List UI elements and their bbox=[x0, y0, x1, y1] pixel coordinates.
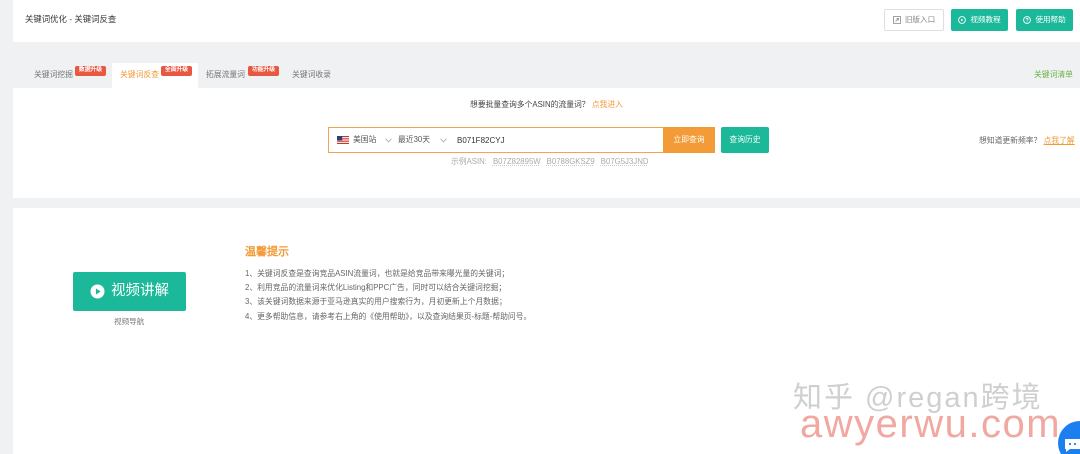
page-root: 关键词优化 - 关键词反查 旧版入口 视频教程 使用帮助 关键词挖掘 数据升级 … bbox=[0, 0, 1080, 454]
tab-keyword-mining-badge: 数据升级 bbox=[75, 66, 106, 76]
video-tutorial-label: 视频教程 bbox=[970, 15, 1001, 25]
play-circle-icon bbox=[90, 284, 105, 299]
example-asin-link[interactable]: B07Z82895W bbox=[493, 157, 541, 166]
chevron-down-icon[interactable] bbox=[440, 138, 447, 143]
old-version-label: 旧版入口 bbox=[904, 15, 936, 25]
video-nav-link[interactable]: 视频导航 bbox=[114, 318, 144, 326]
batch-query-prompt: 想要批量查询多个ASIN的流量词？ 点我进入 bbox=[13, 101, 1080, 109]
search-bar: 美国站 最近30天 bbox=[328, 127, 663, 153]
batch-query-link[interactable]: 点我进入 bbox=[592, 100, 623, 109]
update-frequency-text: 想知道更新频率？ bbox=[979, 136, 1042, 145]
tab-traffic-keywords[interactable]: 拓展流量词 bbox=[206, 71, 245, 79]
video-explain-label: 视频讲解 bbox=[111, 283, 169, 300]
search-panel: 想要批量查询多个ASIN的流量词？ 点我进入 美国站 最近30天 B071F82… bbox=[13, 88, 1080, 198]
update-frequency-link[interactable]: 点我了解 bbox=[1044, 136, 1075, 145]
example-asin-link[interactable]: B0788GKSZ9 bbox=[547, 157, 595, 166]
example-asin-label: 示例ASIN: bbox=[451, 157, 487, 166]
video-tutorial-button[interactable]: 视频教程 bbox=[951, 9, 1008, 31]
tab-traffic-keywords-badge: 功能升级 bbox=[248, 66, 279, 76]
breadcrumb: 关键词优化 - 关键词反查 bbox=[25, 14, 117, 24]
us-flag-icon bbox=[337, 136, 349, 144]
chat-bubble-icon[interactable] bbox=[1056, 420, 1080, 454]
query-history-button[interactable]: 查询历史 bbox=[721, 127, 769, 153]
tip-item: 2、利用竞品的流量词来优化Listing和PPC广告，同时可以结合关键词挖掘； bbox=[245, 283, 507, 292]
old-version-button[interactable]: 旧版入口 bbox=[884, 9, 944, 31]
asin-search-input[interactable] bbox=[457, 131, 647, 149]
video-explain-button[interactable]: 视频讲解 bbox=[73, 272, 186, 311]
page-header: 关键词优化 - 关键词反查 旧版入口 视频教程 使用帮助 bbox=[13, 0, 1080, 42]
watermark-site: awyerwu.com bbox=[800, 402, 1062, 446]
period-value: 最近30天 bbox=[398, 135, 431, 145]
help-label: 使用帮助 bbox=[1035, 15, 1066, 25]
tab-keyword-indexing[interactable]: 关键词收录 bbox=[292, 71, 331, 79]
tips-title: 温馨提示 bbox=[245, 246, 289, 258]
tab-reverse-asin-badge: 全面升级 bbox=[161, 66, 192, 76]
marketplace-value: 美国站 bbox=[353, 135, 377, 145]
period-select[interactable]: 最近30天 bbox=[398, 128, 438, 152]
question-circle-icon bbox=[1023, 16, 1032, 24]
example-asins: 示例ASIN: B07Z82895W B0788GKSZ9 B07G5J3JND bbox=[451, 158, 648, 166]
example-asin-link[interactable]: B07G5J3JND bbox=[601, 157, 649, 166]
tab-keyword-mining[interactable]: 关键词挖掘 bbox=[34, 71, 73, 79]
search-submit-button[interactable]: 立即查询 bbox=[663, 127, 715, 153]
external-box-icon bbox=[892, 16, 901, 24]
keyword-list-link[interactable]: 关键词清单 bbox=[1034, 71, 1073, 79]
help-button[interactable]: 使用帮助 bbox=[1016, 9, 1073, 31]
tip-item: 1、关键词反查是查询竞品ASIN流量词，也就是给竞品带来曝光量的关键词； bbox=[245, 269, 510, 278]
chevron-down-icon[interactable] bbox=[385, 138, 392, 143]
batch-query-text: 想要批量查询多个ASIN的流量词？ bbox=[470, 100, 590, 109]
tip-item: 4、更多帮助信息，请参考右上角的《使用帮助》，以及查询结果页-标题-帮助问号。 bbox=[245, 312, 532, 321]
play-circle-icon bbox=[958, 16, 967, 24]
update-frequency-prompt: 想知道更新频率？ 点我了解 bbox=[979, 137, 1075, 145]
tab-reverse-asin[interactable]: 关键词反查 bbox=[120, 71, 159, 79]
tip-item: 3、该关键词数据来源于亚马逊真实的用户搜索行为，月初更新上个月数据； bbox=[245, 297, 507, 306]
